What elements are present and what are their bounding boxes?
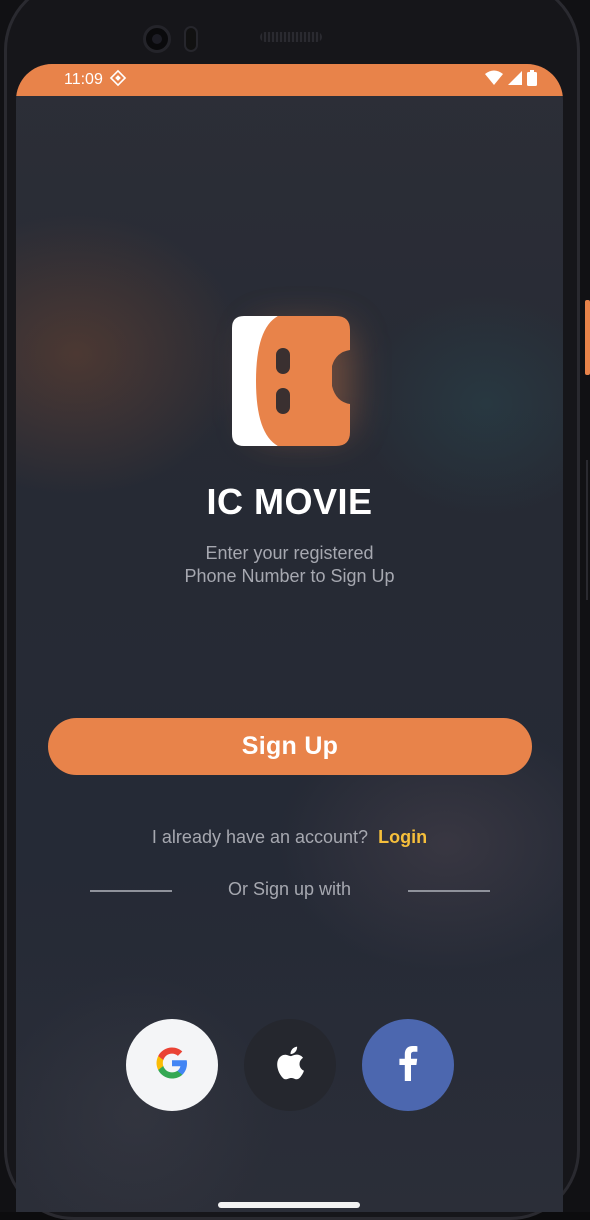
wifi-icon [485, 70, 503, 91]
or-divider: Or Sign up with [16, 879, 563, 903]
login-link[interactable]: Login [378, 827, 427, 847]
status-left: 11:09 [64, 69, 127, 92]
volume-rocker [586, 460, 588, 600]
proximity-sensor [184, 26, 198, 52]
signal-icon [507, 70, 523, 91]
subtitle-line-2: Phone Number to Sign Up [184, 566, 395, 586]
facebook-signup-button[interactable] [362, 1019, 454, 1111]
facebook-icon [397, 1045, 419, 1086]
ic-movie-logo [232, 316, 352, 446]
apple-signup-button[interactable] [244, 1019, 336, 1111]
apple-icon [275, 1046, 305, 1085]
status-bar: 11:09 [16, 64, 563, 96]
location-icon [109, 69, 127, 92]
subtitle-line-1: Enter your registered [205, 543, 374, 563]
status-time: 11:09 [64, 71, 103, 88]
subtitle: Enter your registered Phone Number to Si… [16, 542, 563, 588]
status-right [485, 69, 537, 91]
sign-up-button[interactable]: Sign Up [48, 718, 532, 775]
google-signup-button[interactable] [126, 1019, 218, 1111]
earpiece-speaker [260, 32, 322, 42]
app-title: IC MOVIE [206, 481, 373, 522]
power-button [585, 300, 590, 375]
google-icon [154, 1045, 190, 1086]
have-account-text: I already have an account? [151, 827, 369, 847]
app-screen: 11:09 IC MOVIE Enter your registered Pho… [16, 64, 563, 1212]
phone-device: 11:09 IC MOVIE Enter your registered Pho… [0, 0, 590, 1220]
divider-line-right [408, 890, 490, 892]
home-indicator[interactable] [218, 1202, 360, 1208]
front-camera [143, 25, 171, 53]
battery-icon [527, 69, 537, 91]
login-row: I already have an account? Login [16, 827, 563, 848]
